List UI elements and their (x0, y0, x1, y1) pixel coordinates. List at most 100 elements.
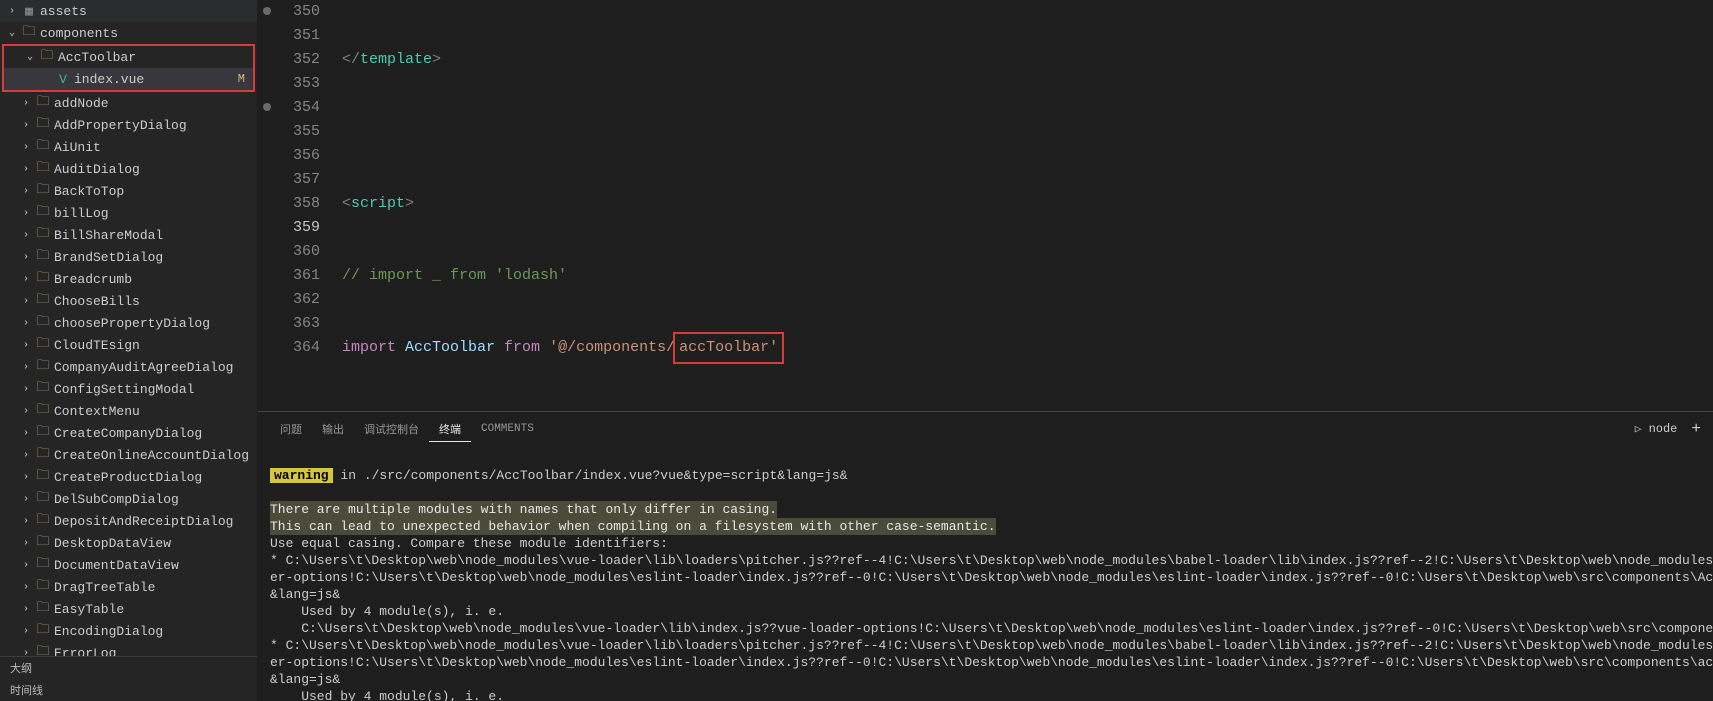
chevron-right-icon: › (18, 538, 34, 549)
line-gutter: 350 351 352 353 354 355 356 357 358 359 … (276, 0, 338, 411)
terminal-line: * C:\Users\t\Desktop\web\node_modules\vu… (270, 553, 1713, 568)
folder-label: DepositAndReceiptDialog (54, 514, 257, 529)
folder-icon: 🗀 (34, 532, 52, 554)
timeline-section[interactable]: 时间线 (0, 679, 257, 701)
code-content[interactable]: </template> <script> // import _ from 'l… (338, 0, 1713, 411)
folder-billsharemodal[interactable]: ›🗀BillShareModal (0, 224, 257, 246)
folder-components[interactable]: ⌄ 🗀 components (0, 22, 257, 44)
folder-icon: 🗀 (34, 356, 52, 378)
dirty-indicator-icon (263, 103, 271, 111)
folder-label: ErrorLog (54, 646, 257, 657)
folder-label: choosePropertyDialog (54, 316, 257, 331)
folder-open-icon: 🗀 (38, 46, 56, 68)
chevron-right-icon: › (18, 472, 34, 483)
folder-open-icon: 🗀 (20, 22, 38, 44)
folder-choosepropertydialog[interactable]: ›🗀choosePropertyDialog (0, 312, 257, 334)
folder-depositandreceiptdialog[interactable]: ›🗀DepositAndReceiptDialog (0, 510, 257, 532)
tab-comments[interactable]: COMMENTS (471, 419, 544, 439)
folder-createproductdialog[interactable]: ›🗀CreateProductDialog (0, 466, 257, 488)
folder-easytable[interactable]: ›🗀EasyTable (0, 598, 257, 620)
folder-assets[interactable]: › ▦ assets (0, 0, 257, 22)
folder-configsettingmodal[interactable]: ›🗀ConfigSettingModal (0, 378, 257, 400)
vue-icon: V (54, 72, 72, 87)
folder-icon: 🗀 (34, 246, 52, 268)
folder-documentdataview[interactable]: ›🗀DocumentDataView (0, 554, 257, 576)
terminal-line: * C:\Users\t\Desktop\web\node_modules\vu… (270, 638, 1713, 653)
folder-desktopdataview[interactable]: ›🗀DesktopDataView (0, 532, 257, 554)
chevron-down-icon: ⌄ (22, 51, 38, 63)
folder-aiunit[interactable]: ›🗀AiUnit (0, 136, 257, 158)
folder-label: assets (40, 4, 257, 19)
terminal-shell-selector[interactable]: ▷ node (1635, 422, 1678, 436)
folder-label: AccToolbar (58, 50, 253, 65)
folder-icon: 🗀 (34, 312, 52, 334)
folder-icon: 🗀 (34, 290, 52, 312)
add-terminal-button[interactable]: + (1691, 420, 1701, 438)
folder-brandsetdialog[interactable]: ›🗀BrandSetDialog (0, 246, 257, 268)
tab-debug-console[interactable]: 调试控制台 (354, 417, 429, 441)
terminal-line: C:\Users\t\Desktop\web\node_modules\vue-… (270, 621, 1713, 636)
folder-label: CreateOnlineAccountDialog (54, 448, 257, 463)
folder-auditdialog[interactable]: ›🗀AuditDialog (0, 158, 257, 180)
code-editor[interactable]: 350 351 352 353 354 355 356 357 358 359 … (258, 0, 1713, 411)
folder-label: CompanyAuditAgreeDialog (54, 360, 257, 375)
folder-label: CreateProductDialog (54, 470, 257, 485)
outline-section[interactable]: 大纲 (0, 657, 257, 679)
folder-icon: 🗀 (34, 268, 52, 290)
tab-problems[interactable]: 问题 (270, 417, 312, 441)
folder-createcompanydialog[interactable]: ›🗀CreateCompanyDialog (0, 422, 257, 444)
folder-breadcrumb[interactable]: ›🗀Breadcrumb (0, 268, 257, 290)
folder-delsubcompdialog[interactable]: ›🗀DelSubCompDialog (0, 488, 257, 510)
terminal-line: &lang=js& (270, 587, 340, 602)
folder-acctoolbar[interactable]: ⌄ 🗀 AccToolbar (4, 46, 253, 68)
folder-label: addNode (54, 96, 257, 111)
folder-cloudtesign[interactable]: ›🗀CloudTEsign (0, 334, 257, 356)
folder-label: CreateCompanyDialog (54, 426, 257, 441)
folder-billlog[interactable]: ›🗀billLog (0, 202, 257, 224)
folder-encodingdialog[interactable]: ›🗀EncodingDialog (0, 620, 257, 642)
folder-label: ContextMenu (54, 404, 257, 419)
folder-createonlineaccountdialog[interactable]: ›🗀CreateOnlineAccountDialog (0, 444, 257, 466)
chevron-right-icon: › (18, 384, 34, 395)
folder-companyauditagreedialog[interactable]: ›🗀CompanyAuditAgreeDialog (0, 356, 257, 378)
terminal-line: This can lead to unexpected behavior whe… (270, 518, 996, 535)
chevron-right-icon: › (18, 362, 34, 373)
folder-errorlog[interactable]: ›🗀ErrorLog (0, 642, 257, 656)
chevron-right-icon: › (18, 230, 34, 241)
dirty-indicator-icon (263, 7, 271, 15)
folder-icon: 🗀 (34, 136, 52, 158)
folder-dragtreetable[interactable]: ›🗀DragTreeTable (0, 576, 257, 598)
chevron-right-icon: › (4, 6, 20, 17)
terminal-output[interactable]: warning in ./src/components/AccToolbar/i… (258, 446, 1713, 701)
chevron-right-icon: › (18, 208, 34, 219)
folder-choosebills[interactable]: ›🗀ChooseBills (0, 290, 257, 312)
file-index-vue[interactable]: V index.vue M (4, 68, 253, 90)
folder-label: billLog (54, 206, 257, 221)
chevron-right-icon: › (18, 494, 34, 505)
folder-backtotop[interactable]: ›🗀BackToTop (0, 180, 257, 202)
folder-contextmenu[interactable]: ›🗀ContextMenu (0, 400, 257, 422)
folder-label: DocumentDataView (54, 558, 257, 573)
folder-label: AddPropertyDialog (54, 118, 257, 133)
chevron-right-icon: › (18, 340, 34, 351)
folder-icon: 🗀 (34, 378, 52, 400)
tab-terminal[interactable]: 终端 (429, 417, 471, 442)
chevron-right-icon: › (18, 274, 34, 285)
file-tree: › ▦ assets ⌄ 🗀 components ⌄ 🗀 AccToolbar… (0, 0, 257, 656)
folder-icon: 🗀 (34, 400, 52, 422)
chevron-right-icon: › (18, 186, 34, 197)
highlight-box-acctoolbar-import: accToolbar' (673, 332, 784, 364)
terminal-line: Use equal casing. Compare these module i… (270, 536, 668, 551)
folder-label: BillShareModal (54, 228, 257, 243)
folder-label: Breadcrumb (54, 272, 257, 287)
folder-addnode[interactable]: ›🗀addNode (0, 92, 257, 114)
terminal-line: er-options!C:\Users\t\Desktop\web\node_m… (270, 570, 1713, 585)
highlight-box-acctoolbar: ⌄ 🗀 AccToolbar V index.vue M (2, 44, 255, 92)
chevron-down-icon: ⌄ (4, 27, 20, 39)
folder-icon: 🗀 (34, 202, 52, 224)
folder-icon: 🗀 (34, 554, 52, 576)
bottom-panel: 问题 输出 调试控制台 终端 COMMENTS ▷ node + warning… (258, 411, 1713, 701)
folder-addpropertydialog[interactable]: ›🗀AddPropertyDialog (0, 114, 257, 136)
tab-output[interactable]: 输出 (312, 417, 354, 441)
folder-label: ConfigSettingModal (54, 382, 257, 397)
